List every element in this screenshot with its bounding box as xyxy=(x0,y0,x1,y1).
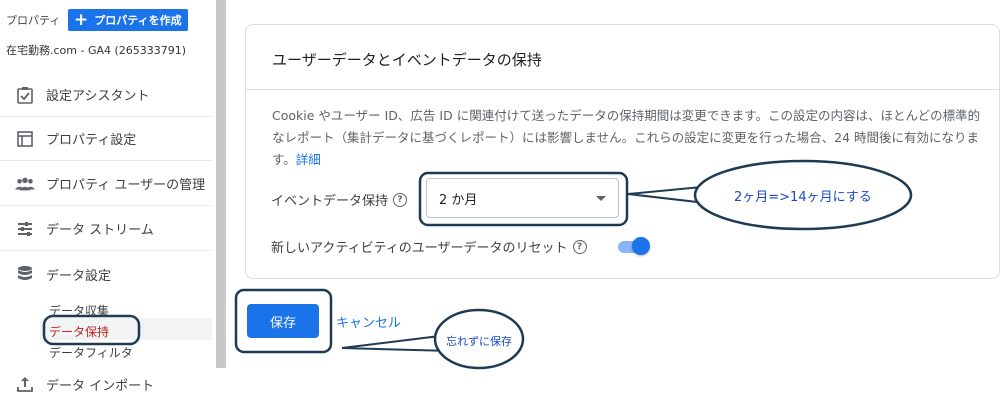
callout-text-1: 2ヶ月=>14ヶ月にする xyxy=(734,190,872,205)
event-retention-select[interactable]: 2 か月 xyxy=(426,178,619,218)
card-title: ユーザーデータとイベントデータの保持 xyxy=(272,51,542,69)
cancel-link[interactable]: キャンセル xyxy=(336,312,401,331)
details-link[interactable]: 詳細 xyxy=(296,152,321,167)
sidebar-subitem-data-filters[interactable]: データフィルタ xyxy=(49,344,133,361)
property-label: プロパティ xyxy=(6,14,61,27)
streams-icon xyxy=(15,219,35,239)
sidebar-item-label: データ ストリーム xyxy=(46,223,154,238)
sidebar-item-data-streams[interactable]: データ ストリーム xyxy=(0,207,212,251)
sidebar-item-user-management[interactable]: プロパティ ユーザーの管理 xyxy=(0,162,212,206)
database-icon xyxy=(15,264,35,284)
card-description: Cookie やユーザー ID、広告 ID に関連付けて送ったデータの保持期間は… xyxy=(272,105,992,171)
toggle-knob xyxy=(632,237,650,255)
sidebar-subitem-data-collection[interactable]: データ収集 xyxy=(49,302,109,319)
people-icon xyxy=(15,174,35,194)
sidebar-item-label: データ インポート xyxy=(46,378,155,394)
sidebar: プロパティ + プロパティを作成 在宅勤務.com - GA4 (2653337… xyxy=(0,0,216,405)
create-property-label: プロパティを作成 xyxy=(94,14,182,27)
sidebar-item-label: プロパティ設定 xyxy=(46,133,137,148)
create-property-button[interactable]: + プロパティを作成 xyxy=(68,9,188,31)
sidebar-item-label: プロパティ ユーザーの管理 xyxy=(46,178,206,193)
reset-label: 新しいアクティビティのユーザーデータのリセット xyxy=(271,241,568,256)
description-text: Cookie やユーザー ID、広告 ID に関連付けて送ったデータの保持期間は… xyxy=(272,108,981,167)
sidebar-item-setup-assistant[interactable]: 設定アシスタント xyxy=(0,73,212,117)
layout-icon xyxy=(15,129,35,149)
sidebar-scrollbar[interactable] xyxy=(216,0,226,368)
save-button[interactable]: 保存 xyxy=(247,304,319,338)
event-retention-value: 2 か月 xyxy=(439,192,478,208)
reset-toggle[interactable] xyxy=(616,237,652,255)
plus-icon: + xyxy=(74,9,89,30)
reset-row: 新しいアクティビティのユーザーデータのリセット ? xyxy=(271,237,587,256)
help-icon[interactable]: ? xyxy=(393,192,408,207)
upload-icon xyxy=(15,374,35,394)
event-retention-row: イベントデータ保持 ? xyxy=(271,190,408,209)
event-retention-label: イベントデータ保持 xyxy=(271,194,389,209)
sidebar-item-data-settings[interactable]: データ設定 xyxy=(0,252,212,296)
sidebar-item-property-settings[interactable]: プロパティ設定 xyxy=(0,117,212,161)
sidebar-item-label: 設定アシスタント xyxy=(46,89,150,104)
callout-tail-2 xyxy=(341,333,454,353)
sidebar-item-label: データ設定 xyxy=(46,268,112,284)
callout-text-2: 忘れずに保存 xyxy=(446,335,512,348)
sidebar-subitem-data-retention[interactable]: データ保持 xyxy=(49,323,109,340)
card-divider xyxy=(246,89,999,90)
dropdown-caret-icon xyxy=(596,196,606,201)
checklist-icon xyxy=(15,85,35,105)
account-line: 在宅勤務.com - GA4 (265333791) xyxy=(6,44,187,57)
sidebar-item-data-import[interactable]: データ インポート xyxy=(0,362,212,405)
help-icon[interactable]: ? xyxy=(572,239,587,254)
